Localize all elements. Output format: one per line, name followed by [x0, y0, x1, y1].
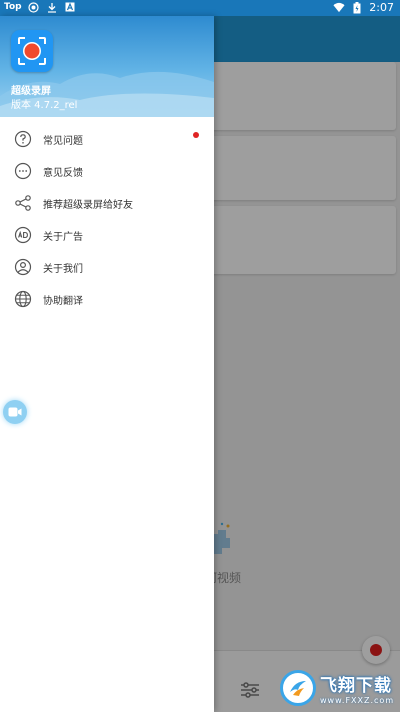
menu-item-feedback[interactable]: 意见反馈 [0, 155, 214, 187]
top-label: Top [4, 2, 22, 12]
app-name: 超级录屏 [11, 86, 51, 97]
question-icon [13, 129, 33, 149]
person-icon [13, 257, 33, 277]
watermark-url: www.FXXZ.com [320, 696, 395, 705]
menu-item-recommend[interactable]: 推荐超级录屏给好友 [0, 187, 214, 219]
menu-item-about[interactable]: 关于我们 [0, 251, 214, 283]
record-status-icon [28, 1, 40, 13]
battery-icon [351, 1, 363, 14]
menu-item-translate[interactable]: 协助翻译 [0, 283, 214, 315]
drawer-header: 超级录屏 版本 4.7.2_rel [0, 16, 214, 117]
menu-item-label: 关于广告 [43, 231, 83, 243]
floating-recorder-button[interactable] [3, 400, 27, 424]
watermark-emblem-icon [280, 670, 316, 706]
menu-item-label: 协助翻译 [43, 295, 83, 307]
camera-icon [8, 407, 22, 417]
new-badge [193, 132, 199, 138]
share-icon [13, 193, 33, 213]
wifi-icon [333, 2, 345, 14]
download-icon [46, 1, 58, 13]
menu-item-ads[interactable]: 关于广告 [0, 219, 214, 251]
menu-item-label: 常见问题 [43, 135, 83, 147]
drawer-menu: 常见问题 意见反馈 推荐超级录屏给好友 关于广告 关于我们 协助翻译 [0, 123, 214, 315]
ad-icon [13, 225, 33, 245]
menu-item-label: 意见反馈 [43, 167, 83, 179]
watermark-title: 飞翔下载 [320, 676, 392, 696]
navigation-drawer: 超级录屏 版本 4.7.2_rel 常见问题 意见反馈 推荐超级录屏给好友 关于… [0, 16, 214, 712]
menu-item-faq[interactable]: 常见问题 [0, 123, 214, 155]
a-notification-icon [64, 1, 76, 13]
menu-item-label: 关于我们 [43, 263, 83, 275]
menu-item-label: 推荐超级录屏给好友 [43, 199, 133, 211]
status-bar: Top 2:07 [0, 0, 400, 16]
app-logo [11, 30, 53, 72]
clock: 2:07 [369, 1, 394, 14]
app-version: 版本 4.7.2_rel [11, 100, 78, 111]
feedback-dots-icon [13, 161, 33, 181]
globe-icon [13, 289, 33, 309]
watermark-logo: 飞翔下载 www.FXXZ.com [280, 668, 396, 708]
